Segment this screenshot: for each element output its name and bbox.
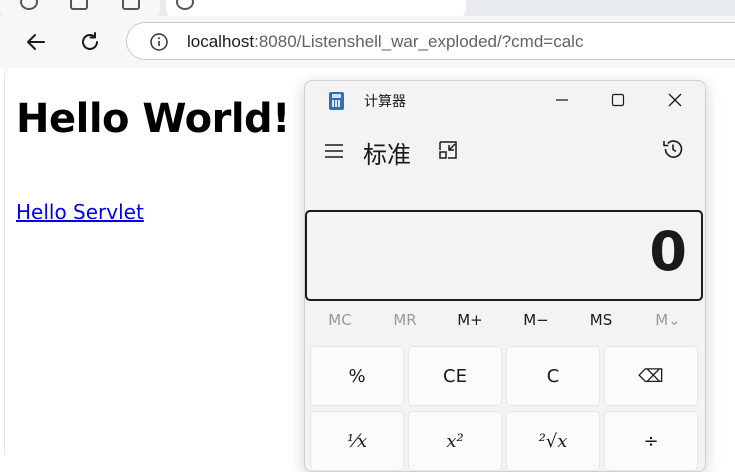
backspace-key[interactable]: ⌫ [604, 346, 698, 406]
clear-key[interactable]: C [506, 346, 600, 406]
memory-row: MC MR M+ M− MS M⌄ [305, 311, 705, 335]
refresh-icon [82, 32, 98, 50]
minimize-button[interactable] [539, 81, 585, 119]
hamburger-menu-icon[interactable] [323, 140, 345, 162]
tab-actions-icon[interactable] [122, 0, 140, 10]
browser-logo-icon [20, 0, 38, 10]
page-heading: Hello World! [16, 96, 290, 142]
url-text[interactable]: localhost:8080/Listenshell_war_exploded/… [187, 32, 583, 52]
calculator-app-icon [329, 92, 344, 110]
history-icon[interactable] [661, 137, 685, 161]
divide-key[interactable]: ÷ [604, 411, 698, 471]
memory-recall-button[interactable]: MR [372, 311, 438, 329]
url-path: :8080/Listenshell_war_exploded/?cmd=calc [254, 32, 584, 51]
hello-servlet-link[interactable]: Hello Servlet [16, 200, 144, 224]
refresh-button[interactable] [74, 26, 106, 58]
memory-list-button[interactable]: M⌄ [635, 311, 701, 329]
square-root-key[interactable]: ²√x [506, 411, 600, 471]
minimize-icon [556, 99, 568, 101]
memory-clear-button[interactable]: MC [307, 311, 373, 329]
clear-entry-key[interactable]: CE [408, 346, 502, 406]
address-bar[interactable]: localhost:8080/Listenshell_war_exploded/… [126, 22, 735, 60]
back-arrow-icon [27, 34, 45, 50]
percent-key[interactable]: % [310, 346, 404, 406]
collections-icon[interactable] [70, 0, 88, 10]
close-button[interactable] [652, 81, 698, 119]
browser-tab[interactable] [0, 0, 160, 16]
browser-toolbar: localhost:8080/Listenshell_war_exploded/… [0, 16, 735, 68]
square-key[interactable]: x² [408, 411, 502, 471]
info-icon[interactable] [149, 32, 169, 52]
tab-strip [0, 0, 735, 16]
calculator-title: 计算器 [364, 94, 406, 110]
active-tab[interactable] [166, 0, 466, 16]
back-button[interactable] [20, 26, 52, 58]
calculator-titlebar[interactable]: 计算器 [305, 81, 705, 119]
reciprocal-key[interactable]: ⅟x [310, 411, 404, 471]
calculator-header: 标准 [305, 129, 705, 173]
memory-add-button[interactable]: M+ [437, 311, 503, 329]
calculator-mode-label: 标准 [363, 141, 411, 169]
display-value: 0 [649, 220, 687, 283]
url-host: localhost [187, 32, 255, 51]
maximize-icon [611, 93, 625, 107]
calculator-display: 0 [305, 210, 703, 301]
memory-store-button[interactable]: MS [568, 311, 634, 329]
close-icon [668, 93, 682, 107]
globe-icon [176, 0, 194, 10]
calculator-window: 计算器 标准 0 MC MR M+ M− MS M⌄ % CE C ⌫ ⅟x x… [304, 80, 706, 472]
keep-on-top-icon[interactable] [437, 139, 459, 161]
memory-subtract-button[interactable]: M− [503, 311, 569, 329]
maximize-button[interactable] [595, 81, 641, 119]
